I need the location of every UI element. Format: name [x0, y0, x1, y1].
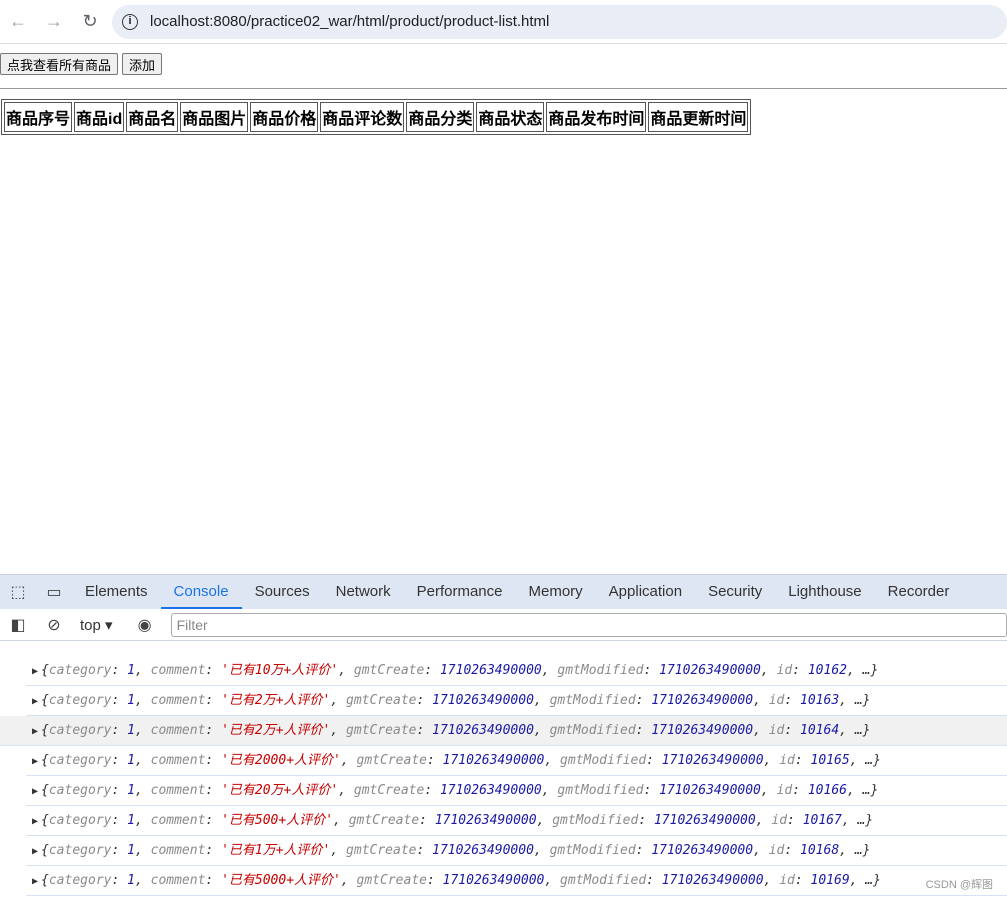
- gmt-create-value: 1710263490000: [442, 873, 545, 888]
- id-value: 10165: [810, 753, 850, 768]
- devtools-panel: ⬚ ▭ Elements Console Sources Network Perform…: [0, 574, 1007, 900]
- eye-icon[interactable]: ◉: [127, 615, 163, 635]
- comment-value: '已有500+人评价': [221, 813, 334, 828]
- gmt-modified-value: 1710263490000: [661, 873, 764, 888]
- forward-icon[interactable]: →: [36, 11, 72, 32]
- product-table: 商品序号 商品id 商品名 商品图片 商品价格 商品评论数 商品分类 商品状态 商品发布时间 商品…: [1, 99, 752, 135]
- console-log-row[interactable]: ▶ {category: 1, comment: '已有5000+人评价', gm…: [26, 866, 1007, 896]
- comment-value: '已有2万+人评价': [221, 693, 331, 708]
- expand-triangle-icon[interactable]: ▶: [32, 726, 38, 737]
- column-header: 商品图片: [180, 102, 249, 132]
- gmt-modified-value: 1710263490000: [659, 663, 761, 678]
- id-value: 10166: [807, 783, 847, 798]
- device-toolbar-icon[interactable]: ▭: [36, 582, 72, 602]
- expand-triangle-icon[interactable]: ▶: [32, 696, 38, 707]
- id-value: 10167: [802, 813, 842, 828]
- column-header: 商品发布时间: [546, 102, 647, 132]
- id-value: 10162: [807, 663, 847, 678]
- browser-toolbar: ← → ↻ i localhost:8080/practice02_war/ht…: [0, 0, 1007, 44]
- column-header: 商品分类: [406, 102, 475, 132]
- gmt-create-value: 1710263490000: [442, 753, 545, 768]
- column-header: 商品价格: [250, 102, 319, 132]
- tab-recorder[interactable]: Recorder: [875, 575, 963, 609]
- category-value: 1: [127, 693, 135, 708]
- comment-value: '已有10万+人评价': [221, 663, 339, 678]
- gmt-create-value: 1710263490000: [439, 663, 542, 678]
- gmt-modified-value: 1710263490000: [659, 783, 761, 798]
- filter-input[interactable]: Filter: [170, 612, 1007, 637]
- gmt-create-value: 1710263490000: [439, 783, 542, 798]
- console-log-row[interactable]: ▶ {category: 1, comment: '已有2万+人评价', gmtC…: [26, 686, 1007, 716]
- category-value: 1: [127, 723, 135, 738]
- expand-triangle-icon[interactable]: ▶: [32, 786, 38, 797]
- category-value: 1: [127, 663, 135, 678]
- id-value: 10169: [810, 873, 850, 888]
- id-value: 10168: [800, 843, 840, 858]
- comment-value: '已有5000+人评价': [221, 873, 341, 888]
- back-icon[interactable]: ←: [0, 11, 36, 32]
- id-value: 10163: [800, 693, 840, 708]
- comment-value: '已有20万+人评价': [221, 783, 339, 798]
- tab-sources[interactable]: Sources: [242, 575, 323, 609]
- column-header: 商品序号: [4, 102, 73, 132]
- url-text[interactable]: localhost:8080/practice02_war/html/produ…: [150, 13, 549, 30]
- context-selector[interactable]: top ▾: [80, 616, 113, 634]
- category-value: 1: [127, 843, 135, 858]
- sidebar-toggle-icon[interactable]: ◧: [0, 615, 36, 635]
- console-log-row[interactable]: ▶ {category: 1, comment: '已有2万+人评价', gmtC…: [0, 716, 1007, 746]
- inspect-element-icon[interactable]: ⬚: [0, 582, 36, 602]
- comment-value: '已有2万+人评价': [221, 723, 331, 738]
- tab-security[interactable]: Security: [695, 575, 775, 609]
- console-log-row[interactable]: ▶ {category: 1, comment: '已有500+人评价', gmt…: [26, 806, 1007, 836]
- tab-memory[interactable]: Memory: [516, 575, 596, 609]
- divider: [0, 88, 1007, 89]
- reload-icon[interactable]: ↻: [72, 11, 108, 32]
- column-header: 商品id: [74, 102, 125, 132]
- id-value: 10164: [800, 723, 840, 738]
- site-info-icon[interactable]: i: [122, 13, 138, 30]
- expand-triangle-icon[interactable]: ▶: [32, 846, 38, 857]
- address-bar[interactable]: i localhost:8080/practice02_war/html/pro…: [112, 4, 1007, 39]
- clear-console-icon[interactable]: ⊘: [36, 615, 72, 635]
- gmt-create-value: 1710263490000: [432, 723, 534, 738]
- gmt-modified-value: 1710263490000: [653, 813, 756, 828]
- gmt-create-value: 1710263490000: [432, 693, 534, 708]
- category-value: 1: [127, 753, 135, 768]
- console-log-row[interactable]: ▶ {category: 1, comment: '已有1万+人评价', gmtC…: [26, 836, 1007, 866]
- add-button[interactable]: 添加: [122, 53, 163, 75]
- column-header: 商品名: [126, 102, 179, 132]
- gmt-modified-value: 1710263490000: [651, 843, 754, 858]
- tab-elements[interactable]: Elements: [72, 575, 161, 609]
- comment-value: '已有2000+人评价': [221, 753, 341, 768]
- tab-network[interactable]: Network: [323, 575, 404, 609]
- console-log-row[interactable]: ▶ {category: 1, comment: '已有2000+人评价', gm…: [26, 746, 1007, 776]
- category-value: 1: [127, 813, 135, 828]
- expand-triangle-icon[interactable]: ▶: [32, 816, 38, 827]
- tab-lighthouse[interactable]: Lighthouse: [775, 575, 874, 609]
- tab-performance[interactable]: Performance: [404, 575, 516, 609]
- column-header: 商品状态: [476, 102, 545, 132]
- gmt-create-value: 1710263490000: [434, 813, 537, 828]
- watermark: CSDN @辉图: [925, 879, 993, 891]
- context-label: top: [80, 616, 101, 634]
- expand-triangle-icon[interactable]: ▶: [32, 876, 38, 887]
- view-all-products-button[interactable]: 点我查看所有商品: [0, 53, 119, 75]
- gmt-modified-value: 1710263490000: [651, 693, 754, 708]
- gmt-create-value: 1710263490000: [432, 843, 534, 858]
- comment-value: '已有1万+人评价': [221, 843, 331, 858]
- category-value: 1: [127, 783, 135, 798]
- console-log-row[interactable]: ▶ {category: 1, comment: '已有10万+人评价', gmt…: [26, 656, 1007, 686]
- category-value: 1: [127, 873, 135, 888]
- column-header: 商品评论数: [320, 102, 405, 132]
- tab-console[interactable]: Console: [160, 575, 242, 609]
- expand-triangle-icon[interactable]: ▶: [32, 666, 38, 677]
- expand-triangle-icon[interactable]: ▶: [32, 756, 38, 767]
- tab-application[interactable]: Application: [596, 575, 695, 609]
- console-log-row[interactable]: ▶ {category: 1, comment: '已有20万+人评价', gmt…: [26, 776, 1007, 806]
- gmt-modified-value: 1710263490000: [651, 723, 754, 738]
- gmt-modified-value: 1710263490000: [661, 753, 764, 768]
- column-header: 商品更新时间: [648, 102, 749, 132]
